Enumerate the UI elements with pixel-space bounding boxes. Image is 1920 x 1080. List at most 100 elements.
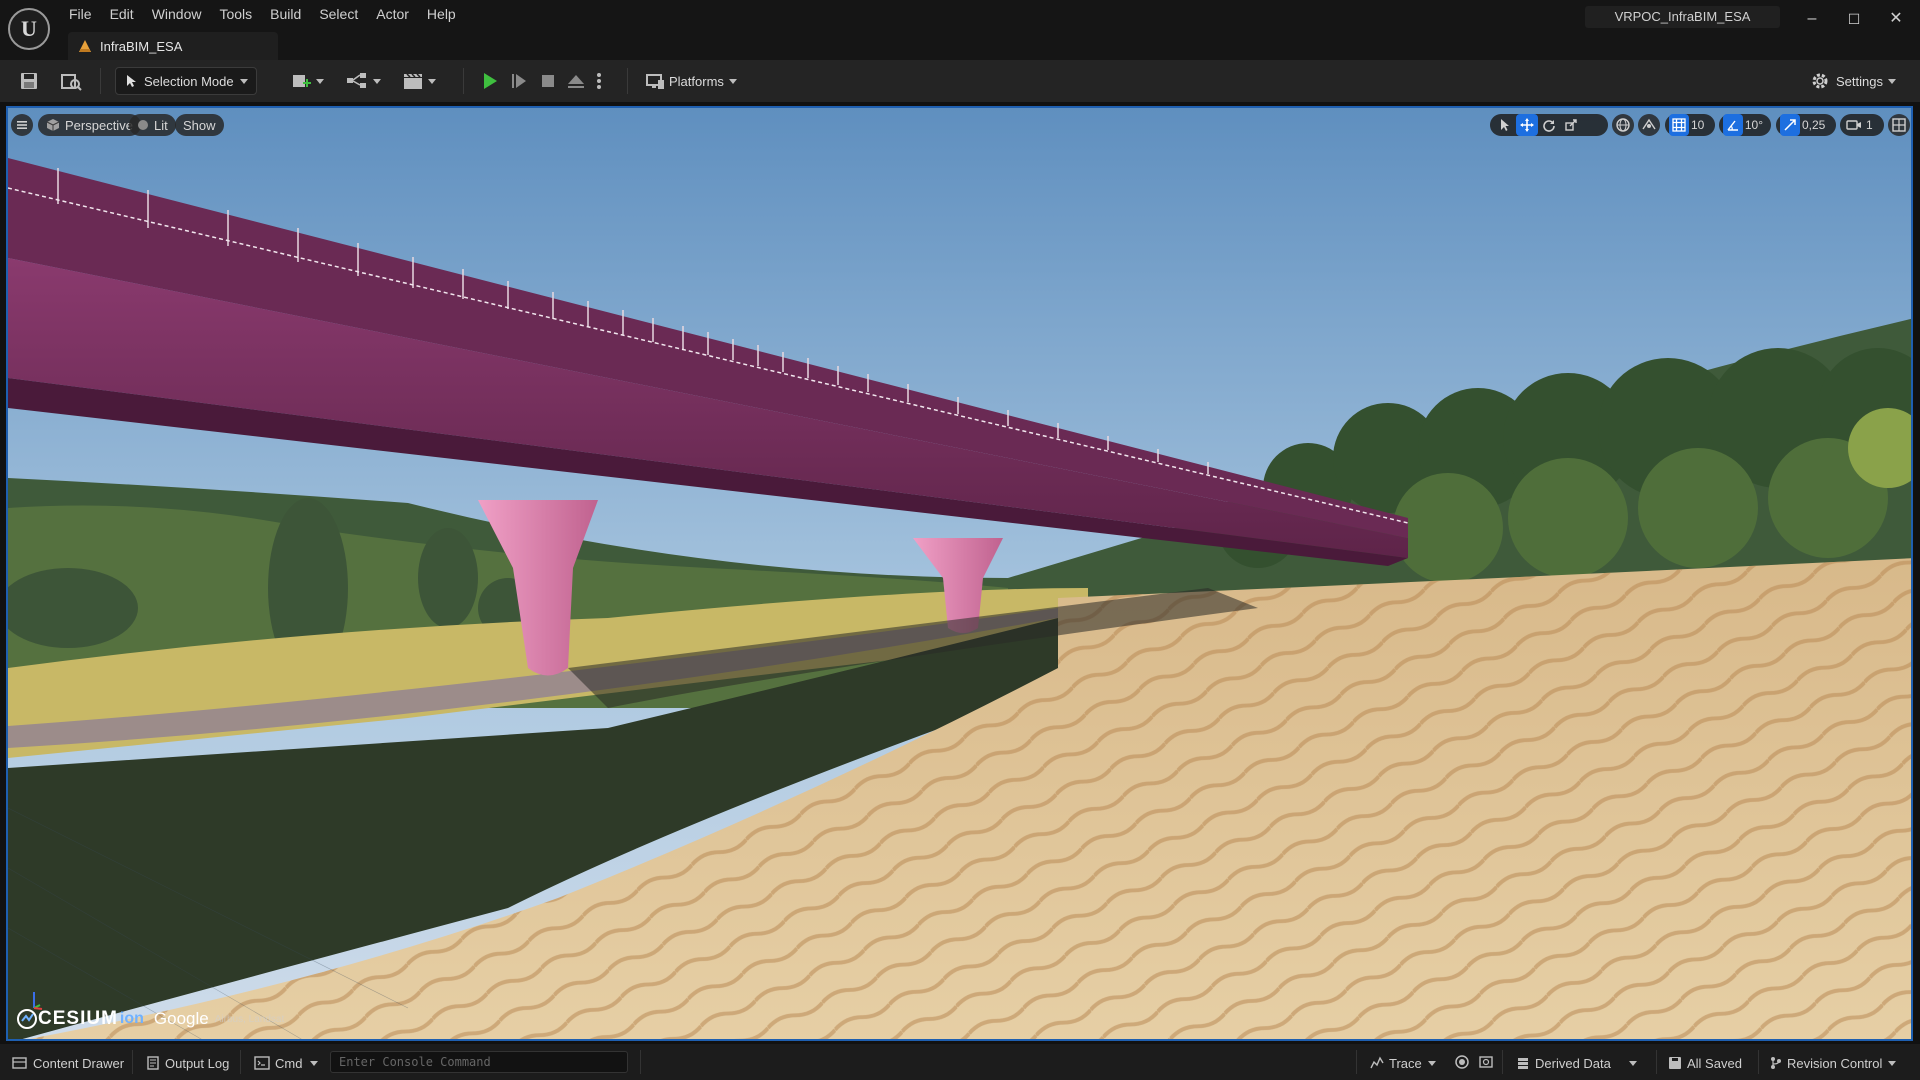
screenshot-icon[interactable] [1478,1054,1494,1070]
platforms-dropdown[interactable]: Platforms [645,67,737,95]
globe-icon [1616,118,1630,132]
chevron-down-icon [373,78,381,84]
add-actor-icon [293,75,311,87]
rotation-snap-value: 10° [1744,118,1763,132]
lit-button[interactable]: Lit [129,114,176,136]
scale-snap-toggle[interactable] [1780,114,1800,136]
cesium-label: CESIUM [38,1008,118,1029]
select-tool[interactable] [1494,114,1516,136]
perspective-button[interactable]: Perspective [38,114,141,136]
revision-control-dropdown[interactable]: Revision Control [1770,1053,1897,1073]
all-saved-label: All Saved [1687,1055,1742,1071]
revision-control-label: Revision Control [1787,1055,1883,1071]
toolbar-divider [463,68,464,94]
menu-bar: File Edit Window Tools Build Select Acto… [60,4,465,26]
unreal-logo-icon[interactable]: U [8,8,50,50]
cinematics-dropdown[interactable] [402,70,436,92]
show-button[interactable]: Show [175,114,224,136]
document-tab[interactable]: InfraBIM_ESA [68,32,278,60]
statusbar-divider [1656,1050,1657,1074]
menu-file[interactable]: File [60,4,101,26]
play-icon[interactable] [479,70,501,92]
cesium-attribution[interactable]: CESIUM ion Google Airbus, Landsat [16,1008,284,1030]
rotate-icon [1543,120,1555,132]
selection-mode-dropdown[interactable]: Selection Mode [115,67,257,95]
content-drawer-label: Content Drawer [33,1055,125,1071]
translate-tool[interactable] [1516,114,1538,136]
more-options-icon[interactable] [593,70,605,92]
add-actor-dropdown[interactable] [290,70,324,92]
perspective-label: Perspective [65,117,133,133]
eject-icon[interactable] [565,70,587,92]
scale-arrow-icon [1784,119,1796,131]
toolbar-divider [627,68,628,94]
layout-icon [1892,118,1906,132]
content-drawer-icon [12,1057,27,1069]
status-bar: Content Drawer Output Log Cmd Trace Deri… [0,1044,1920,1080]
cmd-label: Cmd [275,1055,303,1071]
menu-build[interactable]: Build [261,4,310,26]
chevron-down-icon [239,78,248,84]
menu-help[interactable]: Help [418,4,465,26]
level-viewport[interactable]: Perspective Lit Show 10 10° 0,25 1 CESIU… [6,106,1913,1041]
surface-snap-icon [1642,118,1656,130]
grid-snap-control[interactable]: 10 [1665,114,1715,136]
clapperboard-icon [404,73,422,89]
output-log-button[interactable]: Output Log [146,1053,229,1073]
chevron-down-icon [1628,1060,1637,1066]
chevron-down-icon [1888,1060,1897,1066]
viewport-options-button[interactable] [11,114,33,136]
statusbar-divider [640,1050,641,1074]
statusbar-divider [132,1050,133,1074]
console-command-input[interactable] [330,1051,628,1073]
menu-edit[interactable]: Edit [101,4,143,26]
blueprint-dropdown[interactable] [345,70,381,92]
chevron-down-icon [310,1060,319,1066]
scale-tool[interactable] [1560,114,1582,136]
content-drawer-button[interactable]: Content Drawer [12,1053,124,1073]
platforms-label: Platforms [669,73,724,89]
viewport-scene [8,108,1911,1039]
minimize-button[interactable]: – [1792,6,1832,32]
angle-icon [1727,120,1738,131]
chevron-down-icon [1427,1060,1436,1066]
rotation-snap-control[interactable]: 10° [1719,114,1771,136]
google-label: Google [153,1009,209,1028]
settings-dropdown[interactable]: Settings [1810,67,1896,95]
close-button[interactable]: ✕ [1876,6,1916,32]
all-saved-button[interactable]: All Saved [1668,1053,1742,1073]
sphere-icon [138,120,148,130]
menu-window[interactable]: Window [143,4,211,26]
camera-speed-value: 1 [1866,118,1873,132]
maximize-button[interactable]: ☐ [1834,6,1874,32]
camera-icon [1846,120,1861,130]
title-bar: U File Edit Window Tools Build Select Ac… [0,0,1920,60]
save-icon[interactable] [18,70,40,92]
trace-dropdown[interactable]: Trace [1370,1053,1436,1073]
cmd-dropdown[interactable]: Cmd [254,1053,319,1073]
viewport-layout-button[interactable] [1888,114,1910,136]
step-icon[interactable] [508,70,530,92]
camera-speed-control[interactable]: 1 [1840,114,1884,136]
database-icon [1518,1058,1528,1069]
statusbar-divider [1502,1050,1503,1074]
grid-snap-value: 10 [1691,118,1705,132]
menu-tools[interactable]: Tools [210,4,261,26]
chevron-down-icon [316,78,324,84]
derived-data-dropdown[interactable]: Derived Data [1516,1053,1637,1073]
rotation-snap-toggle[interactable] [1723,114,1743,136]
derived-data-label: Derived Data [1535,1055,1611,1071]
grid-snap-toggle[interactable] [1669,114,1689,136]
scale-icon [1565,119,1577,131]
record-icon[interactable] [1454,1054,1470,1070]
menu-select[interactable]: Select [310,4,367,26]
world-local-toggle[interactable] [1612,114,1634,136]
menu-actor[interactable]: Actor [367,4,418,26]
surface-snapping-toggle[interactable] [1638,114,1660,136]
grid-icon [1672,118,1686,132]
scale-snap-control[interactable]: 0,25 [1776,114,1836,136]
rotate-tool[interactable] [1538,114,1560,136]
browse-content-icon[interactable] [60,70,82,92]
gear-icon [1812,73,1828,89]
stop-icon[interactable] [537,70,559,92]
